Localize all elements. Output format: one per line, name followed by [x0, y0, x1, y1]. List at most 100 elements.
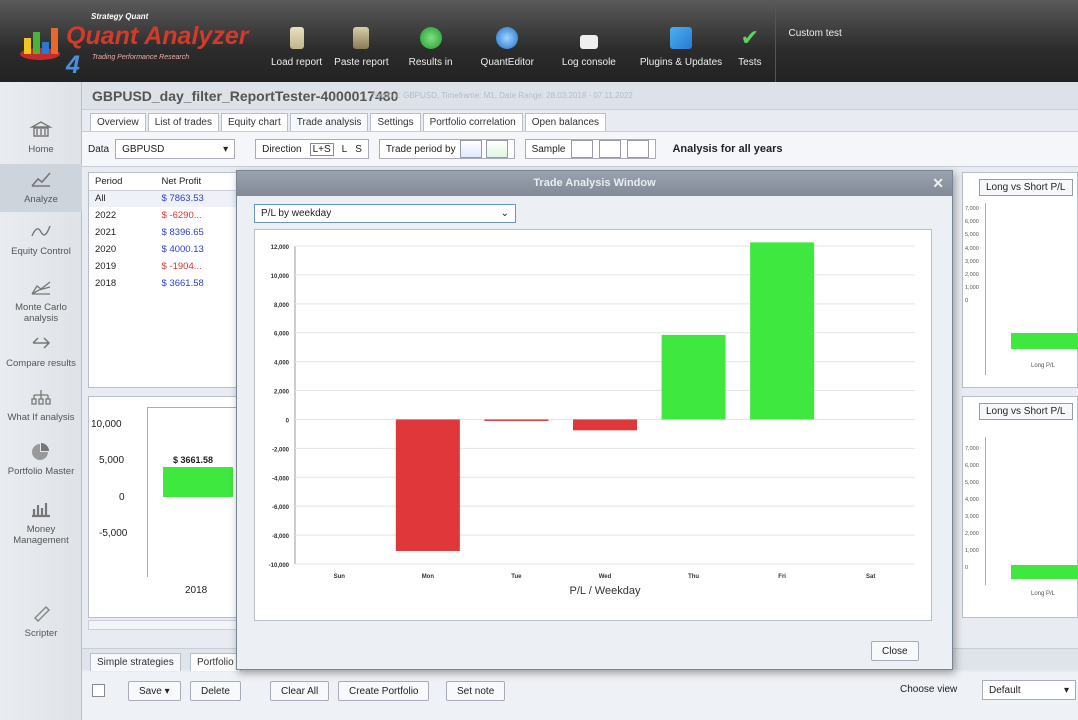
close-time-icon[interactable] [485, 140, 508, 158]
ytick-label: 0 [965, 565, 969, 571]
ytick-label: 8,000 [274, 303, 290, 309]
plugins-icon [670, 27, 692, 49]
sidebar-item-equity-control[interactable]: Equity Control [0, 222, 82, 257]
quanteditor-button[interactable]: QuantEditor [467, 0, 548, 82]
profit-cell: $ 4000.13 [161, 244, 204, 255]
long-pl-bar [1011, 565, 1078, 579]
ytick-label: 5,000 [965, 480, 979, 486]
logo-chart-icon [20, 28, 60, 60]
plugins-button[interactable]: Plugins & Updates [630, 0, 732, 82]
sidebar-item-money-management[interactable]: Money Management [0, 500, 82, 546]
xtick-label: Wed [599, 574, 612, 580]
xtick-label: Tue [511, 574, 522, 580]
clear-all-button[interactable]: Clear All [270, 681, 330, 701]
ytick-label: 2,000 [965, 272, 979, 279]
strategy-toolbar: Save ▾ Delete Clear All Create Portfolio… [82, 672, 1078, 720]
tab-equity-chart[interactable]: Equity chart [220, 113, 288, 131]
profit-cell: $ 3661.58 [161, 278, 204, 289]
tab-list-of-trades[interactable]: List of trades [147, 113, 219, 131]
sidebar-item-compare[interactable]: Compare results [0, 334, 82, 369]
sample-all-icon[interactable] [571, 140, 594, 158]
table-row[interactable]: 2019 $ -1904... [89, 258, 247, 275]
ytick-label: 4,000 [965, 245, 979, 252]
ytick-label: 7,000 [965, 206, 979, 212]
ytick-label: 6,000 [274, 332, 290, 338]
report-title: GBPUSD_day_filter_ReportTester-400001748… [92, 88, 399, 104]
save-button[interactable]: Save ▾ [128, 681, 181, 701]
tab-portfolio[interactable]: Portfolio [190, 653, 241, 671]
money-management-icon [32, 503, 50, 518]
sidebar-label-scripter: Scripter [24, 628, 58, 639]
analysis-label: Analysis for all years [672, 143, 783, 155]
filter-bar: Data GBPUSD ▾ Direction L+S L S Trade per… [82, 131, 1078, 167]
custom-test-button[interactable]: Custom test [775, 0, 842, 82]
direction-long[interactable]: L [342, 144, 348, 155]
sidebar-item-scripter[interactable]: Scripter [0, 604, 82, 639]
table-row[interactable]: 2020 $ 4000.13 [89, 241, 247, 258]
direction-label: Direction [262, 143, 302, 155]
close-icon[interactable]: ✕ [932, 171, 944, 196]
set-note-button[interactable]: Set note [446, 681, 506, 701]
analyze-icon [31, 172, 51, 187]
create-portfolio-button[interactable]: Create Portfolio [338, 681, 430, 701]
sidebar-item-home[interactable]: Home [0, 120, 82, 155]
close-button[interactable]: Close [871, 641, 919, 661]
sidebar-item-what-if[interactable]: What If analysis [0, 388, 82, 423]
ytick-label: 2,000 [274, 390, 290, 396]
period-cell: 2018 [95, 278, 117, 289]
long-short-yaxis: 7,000 6,000 5,000 4,000 3,000 2,000 1,000 0 [965, 203, 979, 309]
sample-group: Sample [524, 139, 657, 159]
trade-analysis-window: Trade Analysis Window ✕ P/L by weekday ⌄… [236, 170, 953, 670]
bar-fri [750, 242, 815, 420]
table-row[interactable]: 2021 $ 8396.65 [89, 224, 247, 241]
profit-cell: $ 8396.65 [161, 227, 204, 238]
log-console-button[interactable]: Log console [548, 0, 630, 82]
analysis-type-select[interactable]: P/L by weekday ⌄ [254, 204, 516, 223]
sample-oos-icon[interactable] [627, 140, 650, 158]
horizontal-scrollbar[interactable] [88, 620, 238, 630]
table-row[interactable]: All $ 7863.53 [89, 190, 247, 207]
results-button[interactable]: Results in [395, 0, 467, 82]
sidebar-item-portfolio[interactable]: Portfolio Master [0, 442, 82, 477]
year-bar [163, 467, 233, 497]
tab-settings[interactable]: Settings [370, 113, 421, 131]
choose-view-select[interactable]: Default ▾ [982, 680, 1076, 700]
data-select[interactable]: GBPUSD ▾ [115, 139, 236, 159]
direction-short[interactable]: S [355, 144, 362, 155]
tab-simple-strategies[interactable]: Simple strategies [90, 653, 181, 671]
xtick-label: Sun [334, 574, 346, 580]
ytick-label: 6,000 [965, 219, 979, 226]
sidebar-item-analyze[interactable]: Analyze [0, 164, 82, 212]
direction-ls[interactable]: L+S [309, 142, 334, 156]
monte-carlo-icon [31, 281, 51, 295]
tab-trade-analysis[interactable]: Trade analysis [289, 113, 369, 131]
paste-report-button[interactable]: Paste report [328, 0, 394, 82]
paste-report-label: Paste report [334, 57, 389, 68]
table-row[interactable]: 2022 $ -6290... [89, 207, 247, 224]
sidebar-label-what-if: What If analysis [7, 412, 75, 423]
tab-portfolio-correlation[interactable]: Portfolio correlation [422, 113, 523, 131]
long-pl-label: Long P/L [1031, 591, 1056, 597]
ytick-label: 5,000 [965, 232, 979, 239]
sidebar-item-monte-carlo[interactable]: Monte Carlo analysis [0, 278, 82, 324]
ytick-label: 7,000 [965, 446, 979, 452]
ytick-label: 0 [286, 418, 290, 424]
scripter-icon [33, 605, 51, 623]
select-all-checkbox[interactable] [92, 684, 105, 697]
load-report-button[interactable]: Load report [265, 0, 328, 82]
direction-group: Direction L+S L S [255, 139, 369, 159]
tab-overview[interactable]: Overview [90, 113, 146, 131]
table-row[interactable]: 2018 $ 3661.58 [89, 275, 247, 292]
ytick-label: 1,000 [965, 285, 979, 292]
open-time-icon[interactable] [459, 140, 482, 158]
results-label: Results in [408, 57, 453, 68]
report-tabs: Overview List of trades Equity chart Tra… [82, 111, 1078, 131]
tests-button[interactable]: ✔ Tests [732, 0, 767, 82]
sample-is-icon[interactable] [599, 140, 622, 158]
ytick-label: -4,000 [272, 476, 290, 482]
long-short-title: Long vs Short P/L [979, 179, 1073, 196]
log-console-label: Log console [561, 57, 616, 68]
delete-button[interactable]: Delete [190, 681, 241, 701]
chevron-down-icon: ▾ [1063, 684, 1069, 696]
tab-open-balances[interactable]: Open balances [524, 113, 607, 131]
